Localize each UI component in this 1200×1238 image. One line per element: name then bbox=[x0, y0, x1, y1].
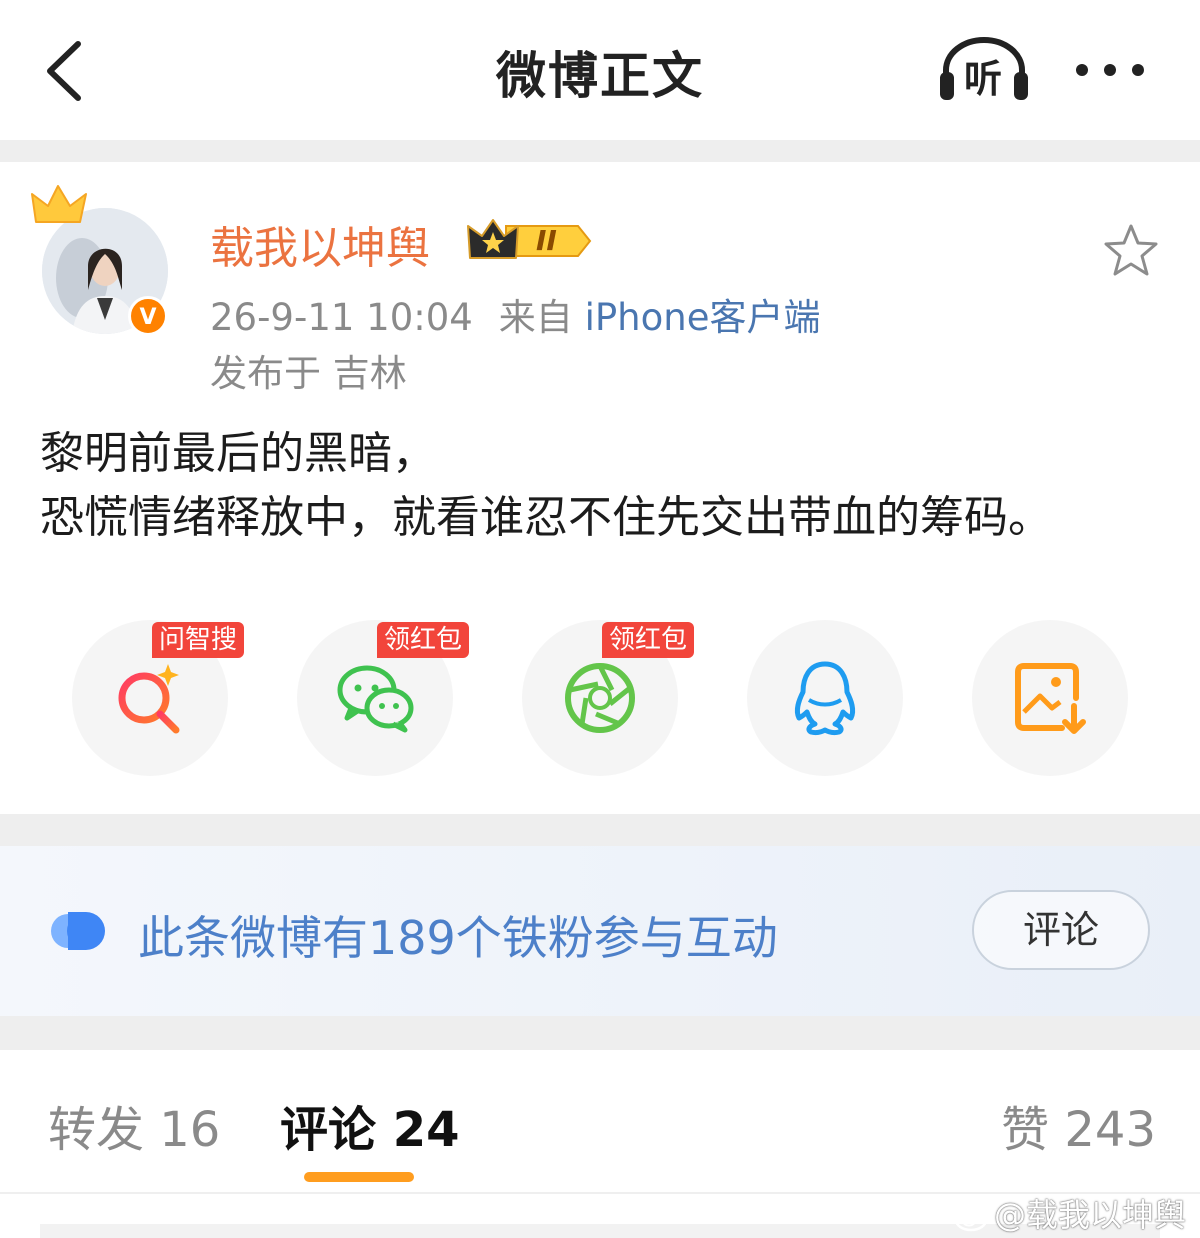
post-timestamp: 26-9-11 10:04 bbox=[210, 296, 473, 339]
share-ai-search-button[interactable]: 问智搜 bbox=[72, 620, 245, 776]
weibo-logo-icon bbox=[954, 1204, 993, 1232]
section-divider bbox=[0, 1016, 1200, 1050]
post-text-line: 黎明前最后的黑暗， bbox=[40, 428, 436, 479]
wechat-icon bbox=[337, 665, 414, 733]
moments-icon bbox=[565, 663, 635, 733]
crown-icon bbox=[31, 185, 87, 223]
post-meta: 26-9-11 10:04 来自 iPhone客户端 bbox=[210, 287, 820, 341]
tab-comment[interactable]: 评论 24 bbox=[280, 1090, 460, 1160]
qq-icon bbox=[794, 661, 856, 736]
post-source[interactable]: iPhone客户端 bbox=[585, 296, 821, 339]
fans-icon bbox=[51, 912, 105, 950]
listen-button[interactable]: 听 bbox=[936, 34, 1032, 104]
tab-repost[interactable]: 转发 16 bbox=[48, 1090, 220, 1160]
author-avatar[interactable]: V bbox=[30, 180, 180, 340]
member-level-badge[interactable]: II bbox=[466, 216, 594, 266]
share-qq-button[interactable] bbox=[747, 620, 903, 776]
comment-button[interactable]: 评论 bbox=[972, 890, 1150, 970]
watermark: @载我以坤舆 bbox=[954, 1190, 1186, 1236]
fans-interaction-text: 此条微博有189个铁粉参与互动 bbox=[138, 911, 778, 965]
verified-badge: V bbox=[128, 296, 168, 336]
star-icon[interactable] bbox=[1102, 222, 1160, 280]
more-dots-icon[interactable] bbox=[1070, 50, 1150, 90]
top-bar: 微博正文 听 bbox=[0, 0, 1200, 140]
save-image-button[interactable] bbox=[972, 620, 1128, 776]
share-tag: 问智搜 bbox=[152, 622, 245, 658]
section-divider bbox=[0, 814, 1200, 846]
source-prefix: 来自 bbox=[498, 296, 573, 339]
post-location: 发布于 吉林 bbox=[210, 352, 407, 395]
share-tag: 领红包 bbox=[602, 622, 695, 658]
crown-badge-icon bbox=[467, 219, 592, 259]
share-wechat-button[interactable]: 领红包 bbox=[297, 620, 470, 776]
section-divider bbox=[0, 140, 1200, 162]
post-text-line: 恐慌情绪释放中，就看谁忍不住先交出带血的筹码。 bbox=[40, 492, 1052, 543]
share-tag: 领红包 bbox=[377, 622, 470, 658]
listen-label: 听 bbox=[964, 57, 1003, 101]
member-level: II bbox=[536, 224, 557, 257]
active-tab-indicator bbox=[304, 1172, 414, 1182]
watermark-text: @载我以坤舆 bbox=[993, 1196, 1186, 1234]
tab-like[interactable]: 赞 243 bbox=[1001, 1090, 1156, 1160]
author-name[interactable]: 载我以坤舆 bbox=[210, 212, 430, 276]
share-moments-button[interactable]: 领红包 bbox=[522, 620, 695, 776]
ai-search-icon bbox=[118, 664, 180, 734]
save-image-icon bbox=[1015, 663, 1086, 734]
